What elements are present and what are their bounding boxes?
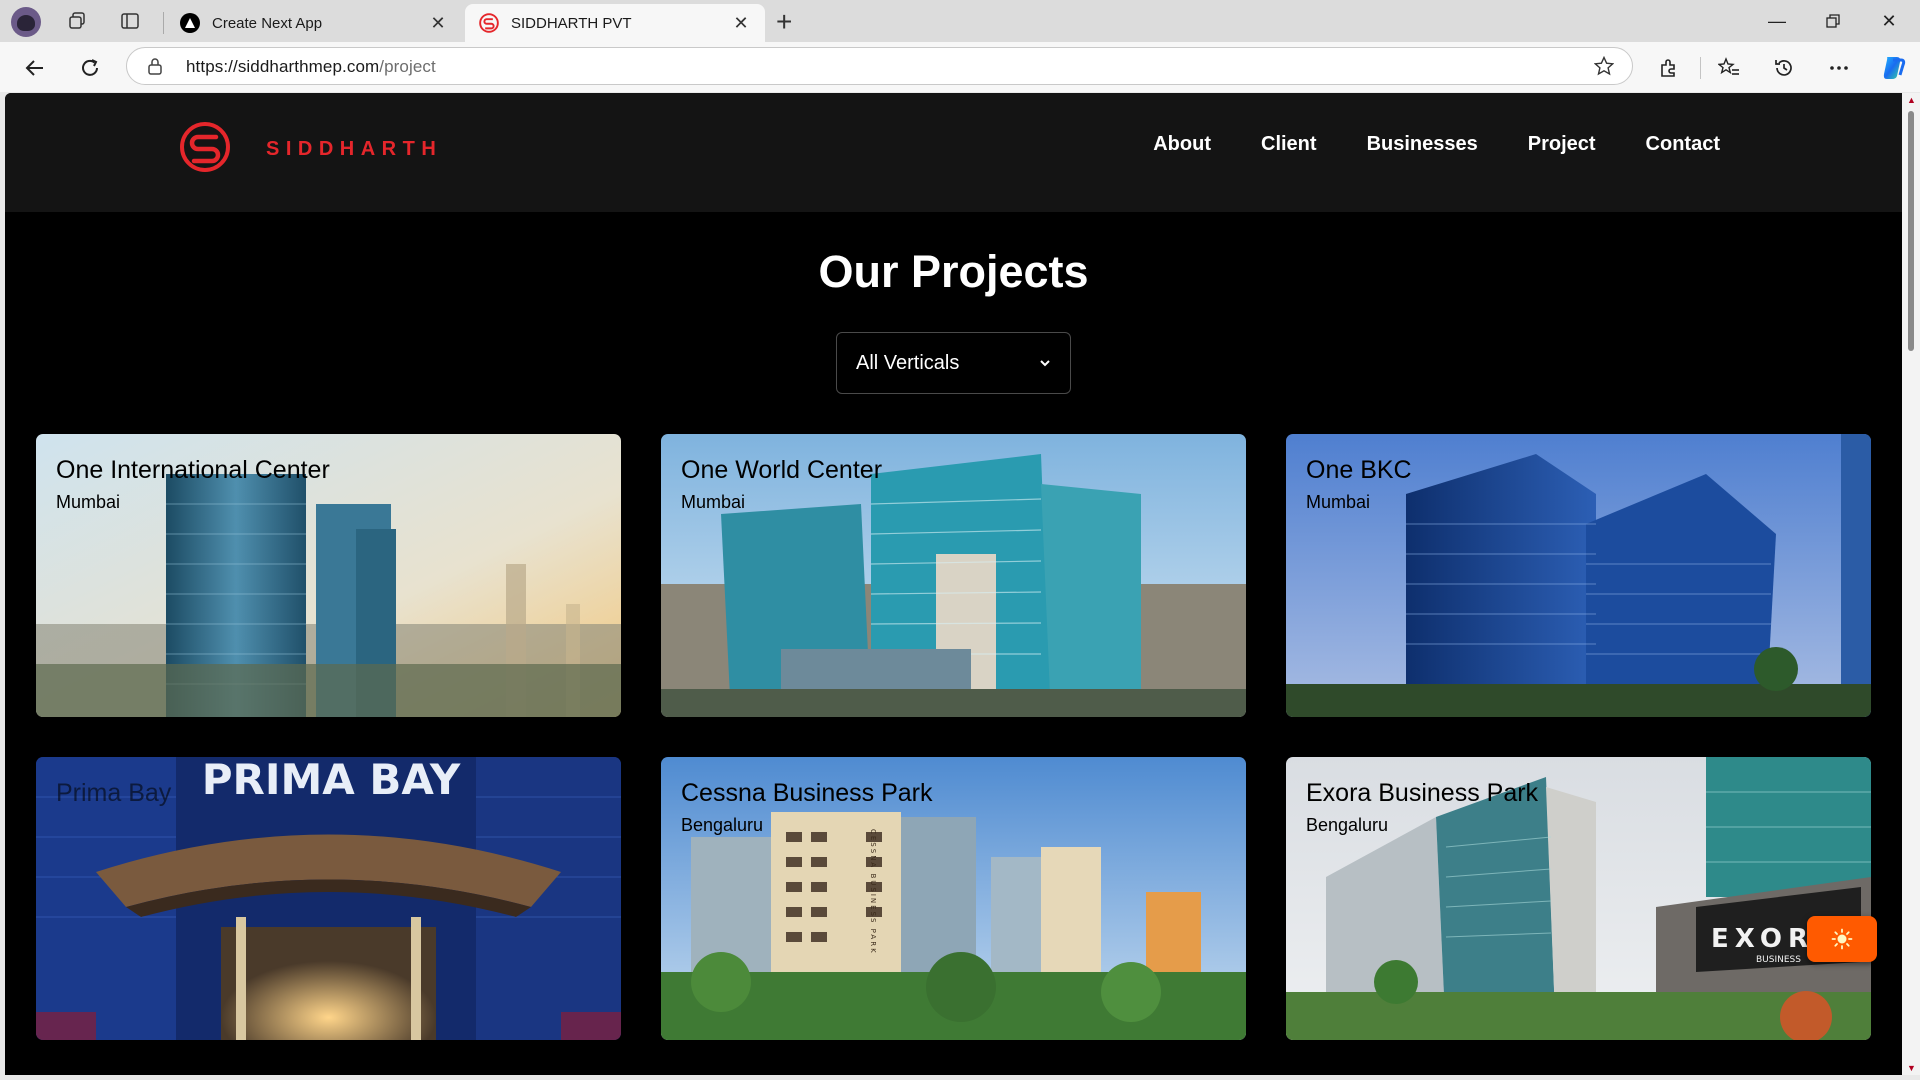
tab-separator [163, 12, 164, 34]
siddharth-logo-icon[interactable] [179, 121, 231, 173]
tab-title: SIDDHARTH PVT [511, 14, 632, 32]
project-city: Bengaluru [681, 815, 764, 835]
copilot-icon[interactable] [1878, 53, 1908, 83]
verticals-select[interactable]: All Verticals [836, 332, 1071, 394]
scroll-down-icon[interactable]: ▼ [1907, 1063, 1916, 1073]
browser-tab-bar: Create Next App ✕ SIDDHARTH PVT ✕ + — ✕ [0, 0, 1920, 42]
favorite-star-icon[interactable] [1593, 55, 1615, 81]
tab-siddharth[interactable]: SIDDHARTH PVT ✕ [465, 4, 765, 42]
siddharth-logo-icon [479, 13, 499, 33]
tab-actions-icon[interactable] [116, 8, 144, 34]
tab-create-next-app[interactable]: Create Next App ✕ [166, 4, 462, 42]
brand-name[interactable]: SIDDHARTH [266, 138, 442, 161]
toolbar-divider [1700, 57, 1701, 79]
project-name: Prima Bay [56, 779, 172, 807]
cessna-vertical-sign: CESSNA BUSINESS PARK [869, 829, 877, 955]
chevron-down-icon [1040, 360, 1050, 367]
new-tab-icon[interactable]: + [776, 6, 792, 38]
project-card[interactable]: EXORA BUSINESS Exora Business Park Benga… [1286, 757, 1871, 1040]
page-title: Our Projects [818, 246, 1089, 297]
more-menu-icon[interactable] [1824, 53, 1854, 83]
prima-bay-sign: PRIMA BAY [202, 757, 461, 804]
url-text: https://siddharthmep.com/project [186, 57, 436, 76]
window-close-icon[interactable]: ✕ [1862, 6, 1916, 36]
theme-toggle-button[interactable] [1807, 916, 1877, 962]
nav-client[interactable]: Client [1261, 133, 1317, 156]
project-name: One World Center [681, 456, 883, 484]
triangle-icon [180, 13, 200, 33]
close-icon[interactable]: ✕ [731, 13, 751, 34]
project-city: Mumbai [681, 492, 746, 512]
browser-toolbar: https://siddharthmep.com/project [0, 42, 1920, 92]
close-icon[interactable]: ✕ [428, 13, 448, 34]
project-city: Mumbai [1306, 492, 1371, 512]
project-grid: One International Center Mumbai One Worl… [36, 434, 1872, 1040]
nav-about[interactable]: About [1153, 133, 1211, 156]
project-card[interactable]: CESSNA BUSINESS PARK Cessna Business Par… [661, 757, 1246, 1040]
project-name: One International Center [56, 456, 330, 484]
profile-avatar[interactable] [11, 7, 41, 37]
workspaces-icon[interactable] [63, 8, 91, 34]
favorites-icon[interactable] [1714, 53, 1744, 83]
project-name: Cessna Business Park [681, 779, 933, 807]
sun-icon [1831, 928, 1853, 950]
lock-icon[interactable] [147, 57, 163, 80]
site-header: SIDDHARTH About Client Businesses Projec… [5, 93, 1902, 212]
project-city: Bengaluru [1306, 815, 1389, 835]
extensions-icon[interactable] [1654, 53, 1684, 83]
project-card[interactable]: One World Center Mumbai [661, 434, 1246, 717]
project-name: One BKC [1306, 456, 1412, 484]
project-card[interactable]: PRIMA BAY Prima Bay [36, 757, 621, 1040]
exora-sign-sub: BUSINESS [1756, 955, 1801, 965]
nav-businesses[interactable]: Businesses [1367, 133, 1478, 156]
minimize-icon[interactable]: — [1750, 6, 1804, 36]
verticals-select-value: All Verticals [856, 351, 960, 374]
project-card[interactable]: One BKC Mumbai [1286, 434, 1871, 717]
back-icon[interactable] [20, 53, 50, 83]
project-name: Exora Business Park [1306, 779, 1539, 807]
scroll-thumb[interactable] [1908, 111, 1914, 351]
page-viewport: SIDDHARTH About Client Businesses Projec… [5, 93, 1902, 1075]
refresh-icon[interactable] [75, 53, 105, 83]
scroll-up-icon[interactable]: ▲ [1907, 95, 1916, 105]
project-city: Mumbai [56, 492, 121, 512]
restore-icon[interactable] [1806, 6, 1860, 36]
address-bar[interactable]: https://siddharthmep.com/project [126, 47, 1633, 85]
main-nav: About Client Businesses Project Contact [1153, 133, 1720, 156]
nav-project[interactable]: Project [1528, 133, 1596, 156]
tab-title: Create Next App [212, 14, 323, 32]
history-icon[interactable] [1769, 53, 1799, 83]
nav-contact[interactable]: Contact [1646, 133, 1720, 156]
page-scrollbar[interactable]: ▲ ▼ [1902, 93, 1920, 1075]
project-card[interactable]: One International Center Mumbai [36, 434, 621, 717]
